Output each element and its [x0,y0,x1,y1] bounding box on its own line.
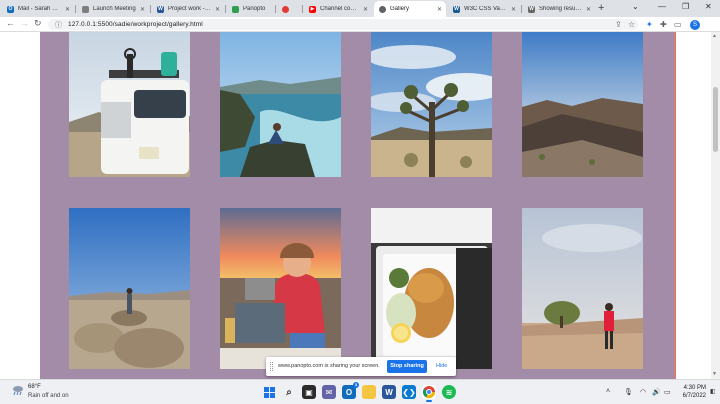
site-info-icon[interactable]: ⓘ [55,20,62,30]
page-viewport [0,32,711,379]
tab-panopto[interactable]: Panopto [227,1,274,17]
teams-chat-icon[interactable]: ✉ [322,385,336,399]
scrollbar-thumb[interactable] [713,87,718,152]
cloud-rain-icon[interactable] [12,385,24,395]
close-icon[interactable]: ✕ [140,6,145,13]
address-bar[interactable]: ⓘ 127.0.0.1:5500/sadie/workproject/galle… [48,19,638,30]
share-icon[interactable]: ⇪ [615,20,622,29]
url-text: 127.0.0.1:5500/sadie/workproject/gallery… [68,21,203,28]
clock-date[interactable]: 6/7/2022 [676,393,706,399]
panopto-icon [232,5,239,13]
forward-icon[interactable]: → [20,18,29,28]
task-view-icon[interactable]: ▣ [302,385,316,399]
globe-icon [379,5,386,13]
notification-center-icon[interactable]: ◧ [710,388,716,395]
vertical-scrollbar[interactable]: ▲ ▼ [711,32,720,379]
chevron-up-icon[interactable]: ˄ [606,388,610,395]
spotify-icon[interactable]: ≋ [442,385,456,399]
minimize-icon[interactable]: — [658,2,666,11]
wifi-icon[interactable]: ◠ [640,388,646,396]
puzzle-extensions-icon[interactable]: ✚ [660,20,667,29]
close-icon[interactable]: ✕ [511,6,516,13]
volume-icon[interactable]: 🔊 [652,388,661,396]
reading-list-icon[interactable]: ▭ [674,20,682,29]
battery-icon[interactable]: ▭ [664,388,671,396]
photo-hiker-boulders[interactable] [69,208,190,369]
record-icon [282,5,289,13]
photo-joshua-tree[interactable] [371,32,492,177]
chrome-icon[interactable] [422,385,436,402]
avatar[interactable]: S [690,20,700,30]
tab-w3c-validator[interactable]: W W3C CSS Validat ✕ [448,1,520,17]
weather-description: Rain off and on [28,393,69,399]
page-border [674,32,676,379]
drag-handle-icon[interactable] [270,362,273,371]
photo-desert-hiker[interactable] [522,208,643,369]
clock-time[interactable]: 4:30 PM [676,385,706,391]
close-icon[interactable]: ✕ [65,6,70,13]
windows-taskbar: 68°F Rain off and on ⌕ ▣ ✉ O 3 W ❮❯ ≋ ˄ … [0,379,720,404]
browser-toolbar: ← → ↻ ⓘ 127.0.0.1:5500/sadie/workproject… [0,17,720,32]
stop-sharing-button[interactable]: Stop sharing [387,360,427,373]
tab-strip: O Mail - Sarah Hay ✕ Launch Meeting ✕ W … [0,0,720,17]
tab-channel-content[interactable]: ▶ Channel content ✕ [304,1,372,17]
tab-project-work[interactable]: W Project work - Ins ✕ [152,1,224,17]
tab-launch-meeting[interactable]: Launch Meeting ✕ [77,1,149,17]
photo-camp-stove[interactable] [220,208,341,369]
tab-gallery[interactable]: Gallery ✕ [374,1,446,17]
hide-link[interactable]: Hide [436,363,447,369]
tab-showing-results[interactable]: W Showing results f ✕ [523,1,595,17]
screen-share-banner: www.panopto.com is sharing your screen. … [266,357,456,376]
photo-desert-sunset[interactable] [522,32,643,177]
notification-badge: 3 [353,382,359,388]
tab-recording[interactable] [277,1,301,17]
close-icon[interactable]: ✕ [215,6,220,13]
share-message: www.panopto.com is sharing your screen. [278,363,380,369]
close-icon[interactable]: ✕ [586,6,591,13]
outlook-icon: O [7,5,14,13]
microphone-icon[interactable]: 🎙 [624,388,633,396]
windows-start-icon[interactable] [262,385,276,399]
word-icon: W [157,5,164,13]
document-icon [82,5,89,13]
restore-icon[interactable]: ❐ [682,2,689,11]
bookmark-star-icon[interactable]: ☆ [628,20,635,29]
tab-mail[interactable]: O Mail - Sarah Hay ✕ [2,1,74,17]
vscode-icon[interactable]: ❮❯ [402,385,416,399]
wiki-icon: W [528,5,535,13]
back-icon[interactable]: ← [6,18,15,28]
new-tab-icon[interactable]: + [598,2,604,14]
youtube-icon: ▶ [309,5,316,13]
photo-coastal-cliffs[interactable] [220,32,341,177]
weather-temperature: 68°F [28,384,41,390]
tab-search-icon[interactable]: ⌄ [632,2,639,11]
scroll-up-icon[interactable]: ▲ [712,33,717,39]
photo-van-camping[interactable] [69,32,190,177]
w3c-icon: W [453,5,460,13]
reload-icon[interactable]: ↻ [34,18,42,29]
gallery-page [40,32,675,379]
scroll-down-icon[interactable]: ▼ [712,371,717,377]
window-close-icon[interactable]: ✕ [705,2,712,11]
close-icon[interactable]: ✕ [363,6,368,13]
word-taskbar-icon[interactable]: W [382,385,396,399]
file-explorer-icon[interactable] [362,385,376,399]
extension-icon[interactable]: ✦ [646,20,653,29]
photo-takeout-food[interactable] [371,208,492,369]
search-icon[interactable]: ⌕ [282,385,296,399]
outlook-taskbar-icon[interactable]: O 3 [342,382,359,399]
close-icon[interactable]: ✕ [437,6,442,13]
